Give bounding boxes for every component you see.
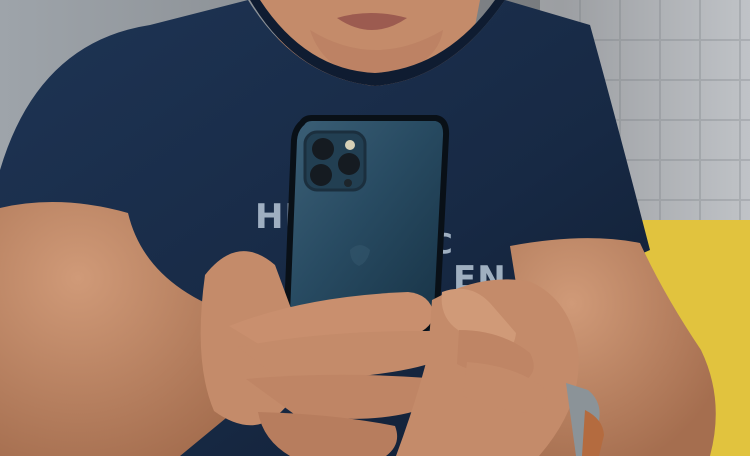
camera-lens-1 bbox=[312, 138, 334, 160]
photo-illustration: HE BA C EN bbox=[0, 0, 750, 456]
sensor-icon bbox=[344, 179, 352, 187]
camera-lens-2 bbox=[338, 153, 360, 175]
camera-lens-3 bbox=[310, 164, 332, 186]
photo-scene: HE BA C EN bbox=[0, 0, 750, 456]
flash-icon bbox=[345, 140, 355, 150]
